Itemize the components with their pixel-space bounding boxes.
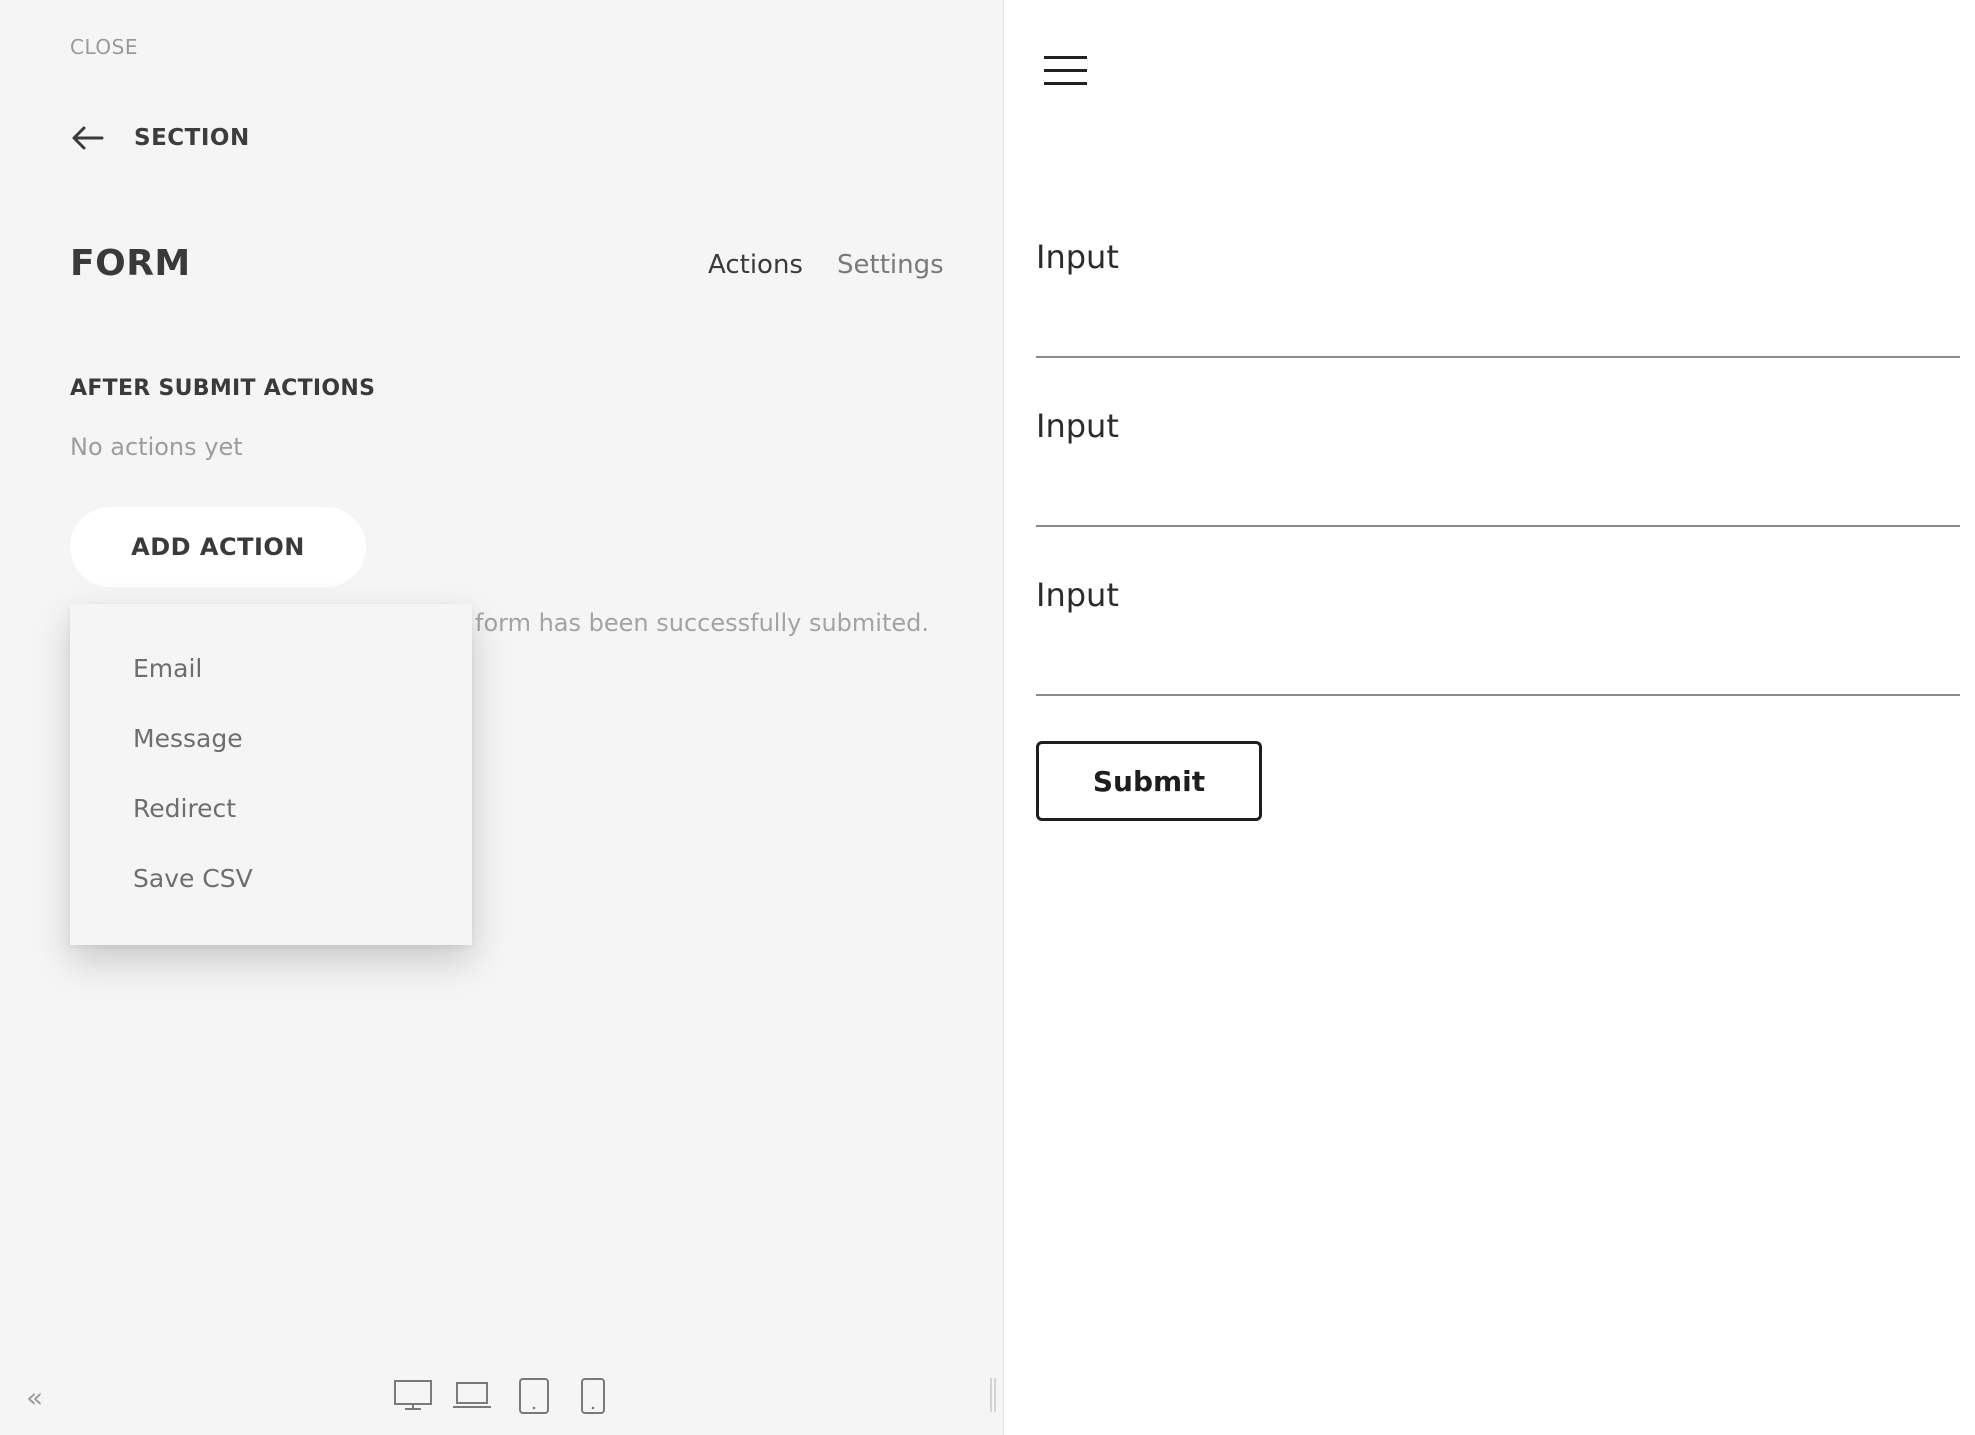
back-to-section-button[interactable]: SECTION — [70, 118, 250, 158]
submit-button[interactable]: Submit — [1036, 741, 1262, 821]
mobile-icon[interactable] — [580, 1378, 606, 1414]
panel-title: FORM — [70, 243, 191, 284]
input-field-2[interactable] — [1036, 463, 1960, 527]
dropdown-item-message[interactable]: Message — [133, 724, 243, 753]
dropdown-item-redirect[interactable]: Redirect — [133, 794, 236, 823]
laptop-icon[interactable] — [452, 1378, 492, 1412]
field-label: Input — [1036, 576, 1119, 614]
tab-actions[interactable]: Actions — [708, 250, 803, 280]
app-root: CLOSE SECTION FORM Actions Settings AFTE… — [0, 0, 1975, 1435]
arrow-left-icon — [72, 126, 104, 150]
form-field-3: Input — [1036, 576, 1960, 706]
page-preview: Input Input Input Submit — [1004, 0, 1975, 1435]
success-message-text: form has been successfully submited. — [475, 609, 929, 637]
desktop-icon[interactable] — [393, 1378, 433, 1412]
tablet-icon[interactable] — [518, 1378, 550, 1414]
dropdown-item-email[interactable]: Email — [133, 654, 202, 683]
tab-settings[interactable]: Settings — [837, 250, 944, 280]
after-submit-heading: AFTER SUBMIT ACTIONS — [70, 376, 376, 401]
no-actions-text: No actions yet — [70, 433, 243, 461]
back-label: SECTION — [134, 125, 250, 151]
form-field-2: Input — [1036, 407, 1960, 537]
hamburger-menu-icon[interactable] — [1044, 56, 1087, 88]
field-label: Input — [1036, 238, 1119, 276]
field-label: Input — [1036, 407, 1119, 445]
input-field-3[interactable] — [1036, 632, 1960, 696]
collapse-panel-button[interactable]: « — [26, 1384, 43, 1412]
dropdown-item-save-csv[interactable]: Save CSV — [133, 864, 253, 893]
editor-panel: CLOSE SECTION FORM Actions Settings AFTE… — [0, 0, 1004, 1435]
close-link[interactable]: CLOSE — [70, 35, 138, 59]
panel-resize-handle[interactable] — [990, 1378, 996, 1412]
add-action-dropdown: Email Message Redirect Save CSV — [70, 604, 472, 945]
add-action-button[interactable]: ADD ACTION — [70, 507, 366, 587]
form-field-1: Input — [1036, 238, 1960, 368]
input-field-1[interactable] — [1036, 294, 1960, 358]
